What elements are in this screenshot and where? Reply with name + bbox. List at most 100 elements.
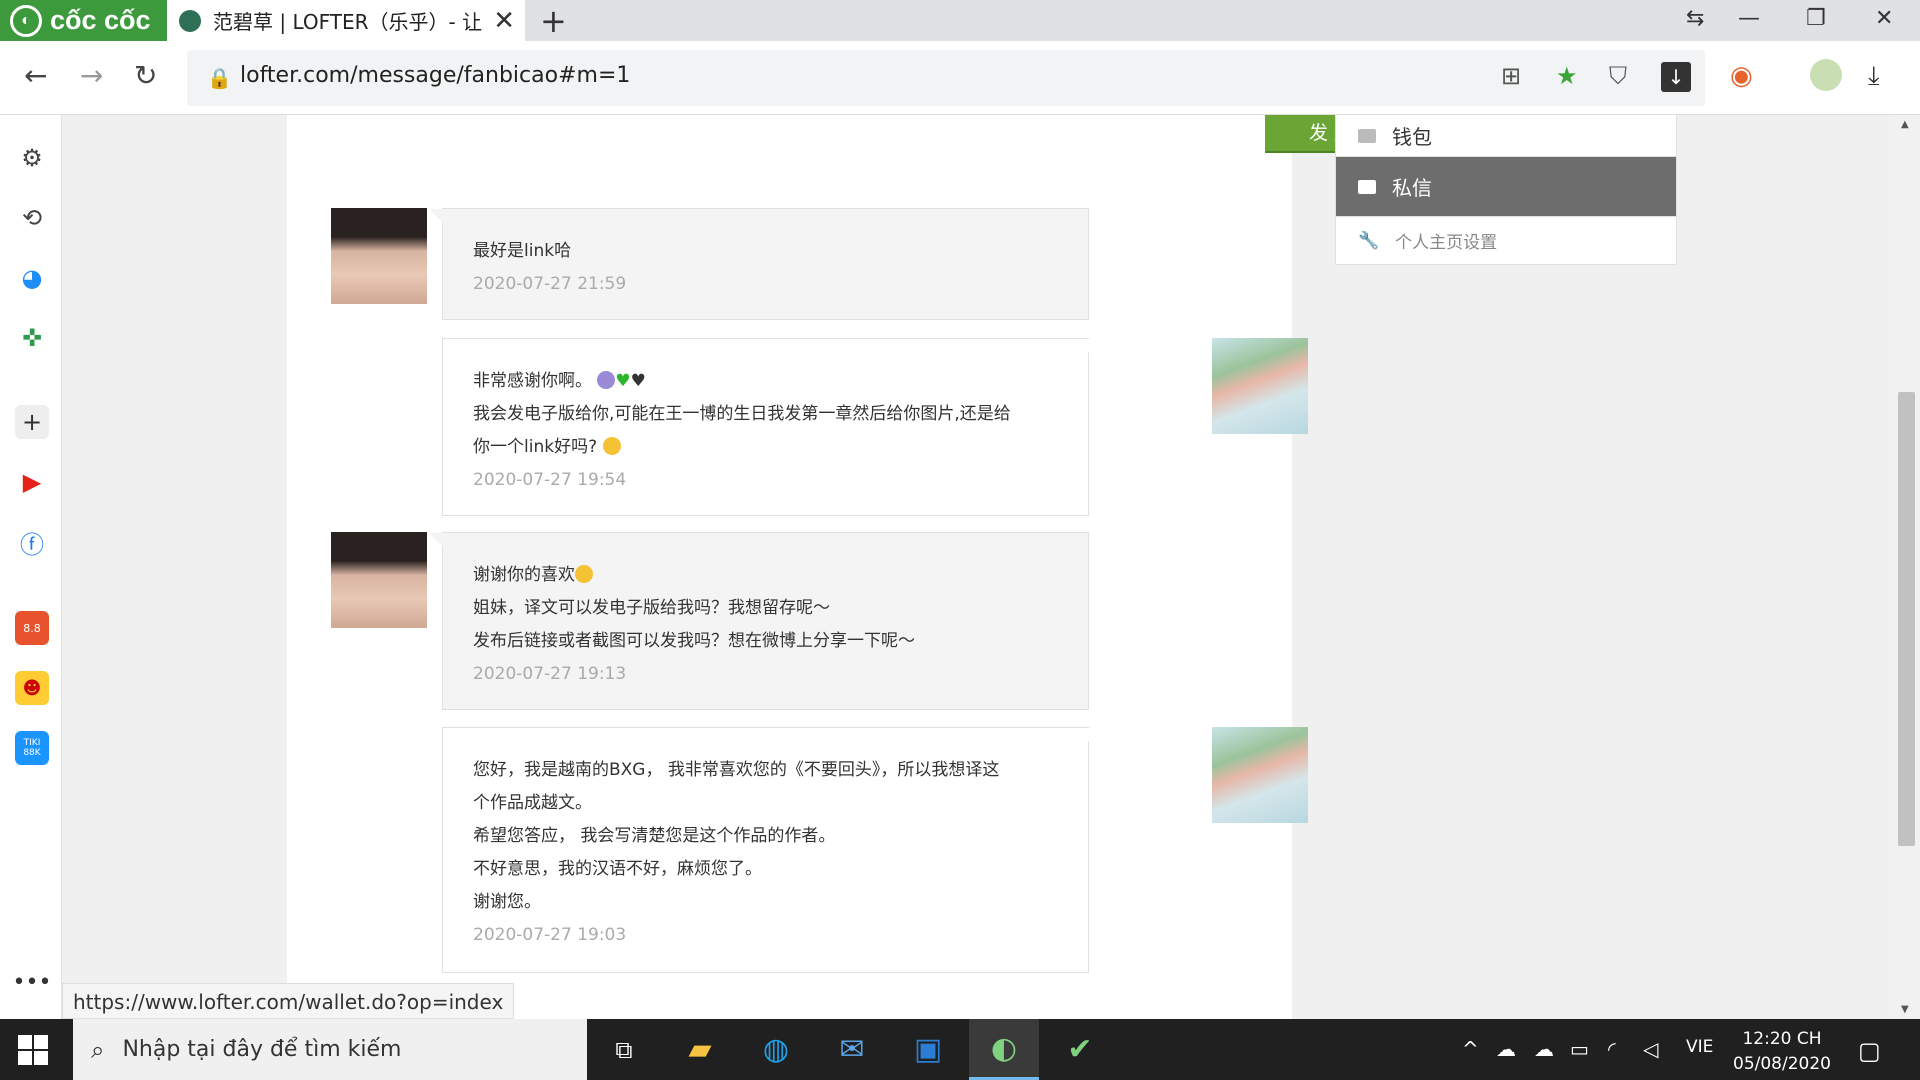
checkmark-app-icon[interactable]: ✔ (1045, 1019, 1115, 1080)
tiki-icon[interactable]: TIKI 88K (15, 731, 49, 765)
message-line: 姐妹，译文可以发电子版给我吗？我想留存呢～ (473, 598, 830, 618)
tab-active[interactable]: 范碧草 | LOFTER（乐乎）- 让 ✕ (167, 0, 525, 41)
lock-icon[interactable]: 🔒 (207, 66, 232, 90)
menu-item-label: 钱包 (1392, 125, 1432, 149)
coccoc-menu-button[interactable]: ◐ cốc cốc (0, 0, 167, 41)
menu-item-wallet[interactable]: 钱包 (1335, 115, 1677, 157)
scrollbar-thumb[interactable] (1898, 392, 1915, 846)
emoji-smile-icon (575, 565, 593, 583)
menu-item-settings[interactable]: 🔧 个人主页设置 (1335, 217, 1677, 265)
reload-icon[interactable]: ↻ (134, 59, 157, 92)
restore-icon[interactable]: ❐ (1806, 6, 1826, 31)
edge-icon[interactable]: ◍ (741, 1019, 811, 1080)
shield-icon[interactable]: ⛉ (1609, 62, 1627, 90)
battery-icon[interactable]: ▭ (1570, 1037, 1589, 1061)
page-scrollbar[interactable]: ▲ ▼ (1893, 115, 1920, 1019)
new-tab-icon[interactable]: + (540, 2, 567, 40)
tray-chevron-icon[interactable]: ^ (1462, 1037, 1479, 1061)
taskbar-clock[interactable]: 12:20 CH 05/08/2020 (1720, 1027, 1844, 1077)
url-text[interactable]: lofter.com/message/fanbicao#m=1 (240, 63, 630, 88)
windows-taskbar: ⌕ Nhập tại đây để tìm kiếm ⧉ ▰ ◍ ✉ ▣ ◐ ✔… (0, 1019, 1920, 1080)
windows-start-icon[interactable] (18, 1035, 48, 1065)
message-line: 发布后链接或者截图可以发我吗？想在微博上分享一下呢～ (473, 631, 915, 651)
message-line: 谢谢您。 (473, 892, 541, 912)
cloud-sync-icon[interactable]: ☁ (1534, 1037, 1554, 1061)
page-viewport: 发 送 最好是link哈 2020-07-27 21:59 非常感谢你啊。 ♥♥… (62, 115, 1893, 1019)
shopee-icon[interactable]: 8.8 (15, 611, 49, 645)
taskbar-search[interactable]: ⌕ Nhập tại đây để tìm kiếm (73, 1019, 587, 1080)
my-avatar[interactable] (1212, 338, 1308, 434)
menu-item-messages[interactable]: 私信 (1335, 157, 1677, 217)
more-icon[interactable]: ••• (13, 965, 52, 999)
message-time: 2020-07-27 19:54 (473, 470, 627, 490)
minimize-icon[interactable]: — (1738, 6, 1760, 31)
notifications-icon[interactable]: ▢ (1858, 1037, 1881, 1065)
word-icon[interactable]: ▣ (893, 1019, 963, 1080)
address-bar[interactable]: 🔒 lofter.com/message/fanbicao#m=1 ⊞ ★ ⛉ … (187, 50, 1705, 106)
message-line: 我会发电子版给你,可能在王一博的生日我发第一章然后给你图片,还是给 (473, 404, 1011, 424)
envelope-icon (1358, 179, 1376, 194)
wifi-icon[interactable]: ◜ (1608, 1037, 1616, 1061)
task-view-icon[interactable]: ⧉ (589, 1019, 659, 1080)
search-placeholder: Nhập tại đây để tìm kiếm (122, 1037, 402, 1062)
tab-switch-icon[interactable]: ⇆ (1686, 6, 1704, 31)
shopee-badge: 8.8 (23, 621, 41, 635)
brand-name: cốc cốc (50, 5, 151, 35)
bookmark-star-icon[interactable]: ★ (1556, 62, 1578, 90)
sender-avatar[interactable] (331, 208, 427, 304)
my-avatar[interactable] (1212, 727, 1308, 823)
file-explorer-icon[interactable]: ▰ (665, 1019, 735, 1080)
add-icon[interactable]: + (15, 405, 49, 439)
bubble-tail (1088, 339, 1102, 353)
translate-icon[interactable]: ⊞ (1501, 62, 1521, 90)
wallet-icon (1358, 128, 1376, 143)
message-panel: 发 送 最好是link哈 2020-07-27 21:59 非常感谢你啊。 ♥♥… (287, 115, 1397, 1019)
message-time: 2020-07-27 21:59 (473, 274, 627, 294)
back-icon[interactable]: ← (24, 59, 47, 92)
message-time: 2020-07-27 19:13 (473, 664, 627, 684)
emoji-face-icon (597, 371, 616, 389)
gear-icon[interactable]: ⚙ (15, 141, 49, 175)
status-url-bubble: https://www.lofter.com/wallet.do?op=inde… (62, 983, 515, 1019)
messenger-icon[interactable]: ◕ (15, 261, 49, 295)
clock-time: 12:20 CH (1742, 1029, 1822, 1049)
emoji-wink-icon (602, 437, 621, 455)
history-icon[interactable]: ⟲ (15, 201, 49, 235)
downloads-icon[interactable]: ⤓ (1868, 61, 1880, 92)
bubble-tail (1088, 728, 1102, 742)
message-bubble-sent: 非常感谢你啊。 ♥♥ 我会发电子版给你,可能在王一博的生日我发第一章然后给你图片… (442, 338, 1102, 516)
black-heart-icon: ♥ (630, 371, 646, 391)
download-page-icon[interactable]: ↓ (1661, 62, 1691, 92)
window-close-icon[interactable]: ✕ (1875, 6, 1893, 31)
language-indicator[interactable]: VIE (1686, 1037, 1713, 1057)
tiki-badge: TIKI 88K (23, 738, 41, 758)
youtube-icon[interactable]: ▶ (15, 465, 49, 499)
coccoc-logo-icon: ◐ (10, 4, 42, 37)
mail-icon[interactable]: ✉ (817, 1019, 887, 1080)
game-icon[interactable]: ✜ (15, 321, 49, 355)
lofter-favicon-icon (179, 9, 201, 32)
browser-toolbar: ← → ↻ 🔒 lofter.com/message/fanbicao#m=1 … (0, 41, 1920, 115)
facebook-icon[interactable]: ⓕ (15, 525, 49, 559)
coccoc-extension-icon[interactable]: ◉ (1730, 61, 1753, 91)
profile-avatar-icon[interactable] (1810, 59, 1842, 91)
volume-icon[interactable]: ◁ (1643, 1037, 1658, 1061)
bubble-tail (429, 533, 443, 547)
message-line: 你一个link好吗? (473, 431, 1060, 464)
message-bubble-received: 最好是link哈 2020-07-27 21:59 (429, 208, 1089, 320)
coccoc-taskbar-icon[interactable]: ◐ (969, 1019, 1039, 1080)
account-menu: 钱包 私信 🔧 个人主页设置 (1335, 115, 1677, 265)
tab-title: 范碧草 | LOFTER（乐乎）- 让 (213, 10, 483, 34)
forward-icon[interactable]: → (80, 59, 103, 92)
game-app-icon[interactable]: ☻ (15, 671, 49, 705)
tab-close-icon[interactable]: ✕ (493, 6, 515, 36)
scroll-up-icon[interactable]: ▲ (1901, 119, 1909, 130)
menu-item-label: 私信 (1392, 176, 1432, 200)
message-line: 不好意思，我的汉语不好，麻烦您了。 (473, 859, 762, 879)
message-line: 谢谢你的喜欢 (473, 559, 1060, 592)
wrench-icon: 🔧 (1358, 230, 1380, 251)
browser-sidebar: ⚙ ⟲ ◕ ✜ + ▶ ⓕ 8.8 ☻ TIKI 88K ••• (0, 115, 62, 1019)
scroll-down-icon[interactable]: ▼ (1901, 1004, 1909, 1015)
onedrive-icon[interactable]: ☁ (1496, 1037, 1516, 1061)
sender-avatar[interactable] (331, 532, 427, 628)
